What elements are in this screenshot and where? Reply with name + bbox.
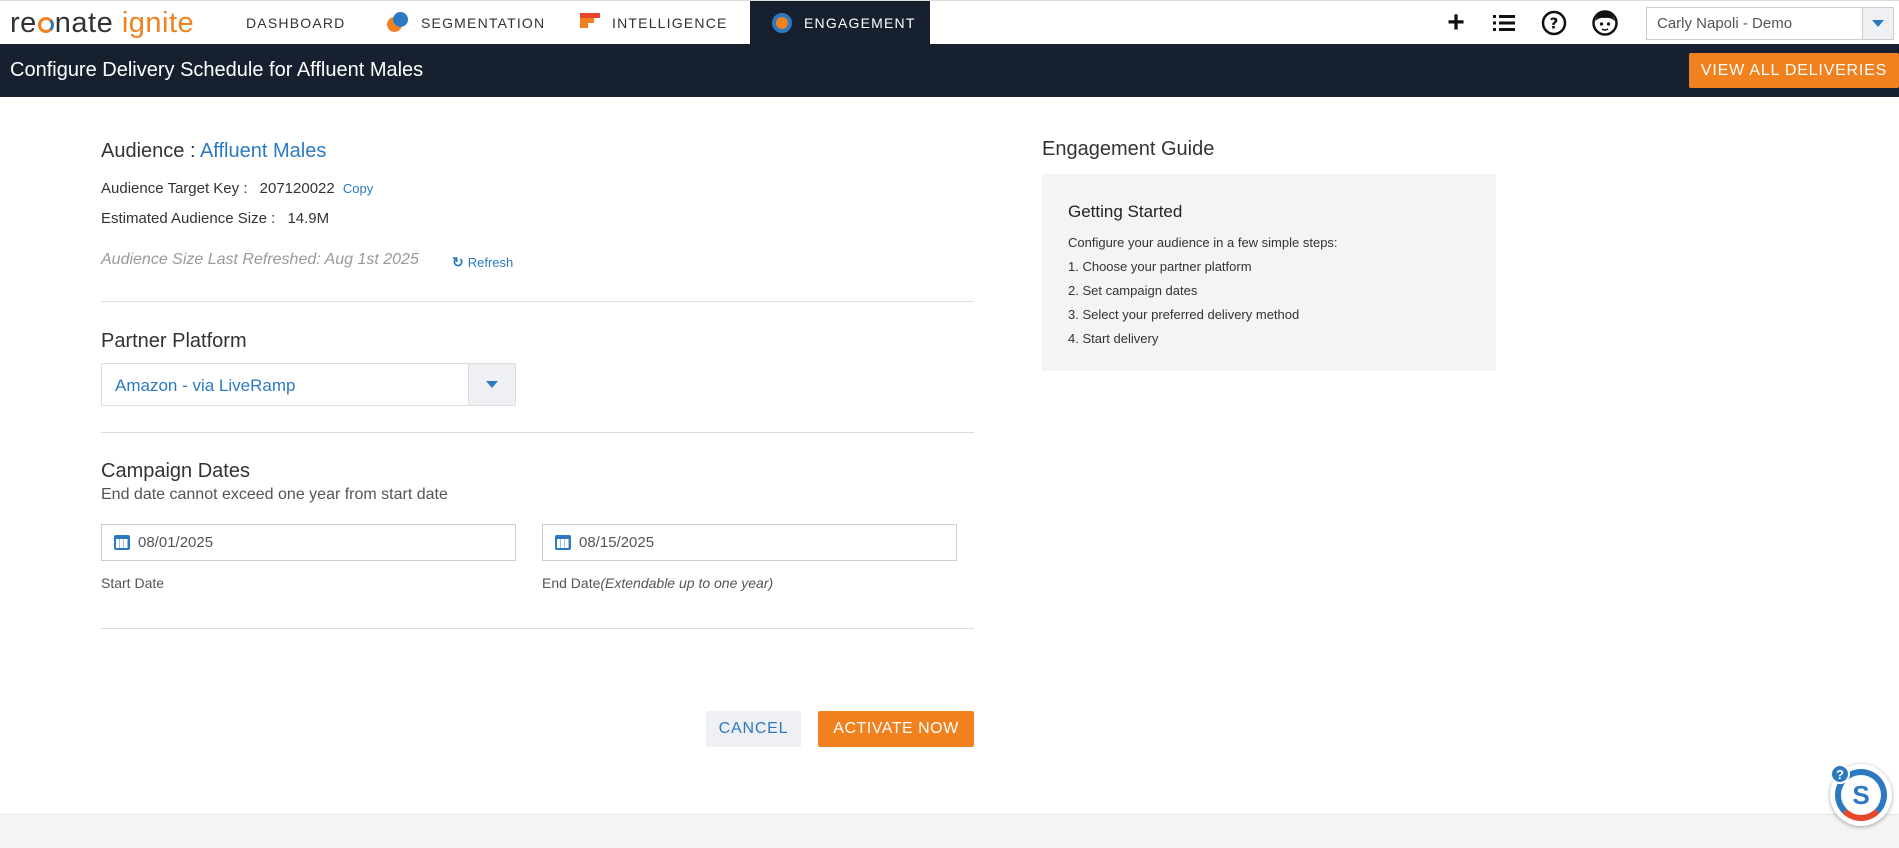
view-all-deliveries-button[interactable]: VIEW ALL DELIVERIES [1689, 53, 1899, 88]
partner-platform-select[interactable]: Amazon - via LiveRamp [101, 363, 516, 406]
guide-line: 1. Choose your partner platform [1068, 259, 1252, 274]
tab-dashboard-label: DASHBOARD [246, 14, 346, 31]
svg-text:?: ? [1550, 15, 1559, 33]
chevron-down-icon [468, 364, 515, 405]
calendar-icon [555, 535, 571, 550]
end-date-label-note: (Extendable up to one year) [600, 575, 774, 591]
tab-segmentation[interactable]: SEGMENTATION [387, 1, 570, 44]
end-date-input[interactable]: 08/15/2025 [542, 524, 957, 561]
start-date-value: 08/01/2025 [138, 534, 214, 551]
logo-text-part1: re [10, 7, 37, 39]
target-key-value: 207120022 [259, 180, 335, 197]
tab-intelligence[interactable]: INTELLIGENCE [580, 1, 750, 44]
plus-icon[interactable]: + [1442, 6, 1470, 39]
calendar-icon [114, 535, 130, 550]
page-header-bar: Configure Delivery Schedule for Affluent… [0, 44, 1899, 97]
question-mark-icon: ? [1830, 764, 1850, 784]
chevron-down-icon [1862, 8, 1893, 39]
tab-engagement-label: ENGAGEMENT [804, 14, 916, 31]
divider [101, 301, 974, 302]
campaign-dates-note: End date cannot exceed one year from sta… [101, 486, 448, 503]
tab-dashboard[interactable]: DASHBOARD [214, 1, 380, 44]
support-chat-widget[interactable]: S ? [1830, 764, 1892, 826]
help-circle-icon[interactable]: ? [1540, 9, 1568, 37]
dashboard-grid-icon [214, 13, 234, 33]
divider [101, 628, 974, 629]
user-face-icon[interactable] [1591, 9, 1619, 37]
start-date-input[interactable]: 08/01/2025 [101, 524, 516, 561]
audience-target-key: Audience Target Key : 207120022 Copy [101, 180, 373, 197]
guide-line: 2. Set campaign dates [1068, 283, 1198, 298]
refresh-button[interactable]: ↻ Refresh [452, 254, 513, 271]
refresh-icon: ↻ [452, 254, 464, 270]
top-nav: re nate ignite DASHBOARD SEGMENTATION INT… [0, 0, 1899, 44]
footer-band [0, 814, 1899, 848]
guide-line: Configure your audience in a few simple … [1068, 235, 1338, 250]
start-date-label: Start Date [101, 575, 165, 591]
engagement-target-icon [772, 12, 792, 33]
logo-text-part2: nate [54, 7, 114, 39]
target-key-label: Audience Target Key : [101, 180, 248, 197]
copy-key-link[interactable]: Copy [343, 181, 373, 196]
cancel-button[interactable]: CANCEL [706, 711, 801, 747]
engagement-guide-box: Getting Started Configure your audience … [1042, 174, 1496, 371]
engagement-guide-title: Engagement Guide [1042, 138, 1215, 160]
logo-text-ignite: ignite [121, 7, 195, 39]
resonate-ignite-logo[interactable]: re nate ignite [10, 7, 194, 40]
size-value: 14.9M [287, 210, 330, 227]
audience-heading: Audience : Affluent Males [101, 140, 326, 163]
guide-heading: Getting Started [1068, 202, 1183, 221]
audience-name-link[interactable]: Affluent Males [200, 140, 326, 162]
tab-engagement[interactable]: ENGAGEMENT [750, 1, 930, 44]
activate-now-button[interactable]: ACTIVATE NOW [818, 711, 974, 747]
campaign-dates-title: Campaign Dates [101, 460, 250, 482]
divider [101, 432, 974, 433]
segmentation-circles-icon [387, 11, 409, 34]
audience-prefix: Audience : [101, 140, 200, 162]
page-title: Configure Delivery Schedule for Affluent… [10, 59, 424, 81]
end-date-value: 08/15/2025 [579, 534, 655, 551]
user-account-select[interactable]: Carly Napoli - Demo [1646, 7, 1894, 40]
logo-o-mark-icon [37, 17, 54, 33]
list-icon[interactable] [1490, 9, 1518, 37]
end-date-label: End Date(Extendable up to one year) [542, 575, 773, 591]
guide-line: 3. Select your preferred delivery method [1068, 307, 1300, 322]
tab-segmentation-label: SEGMENTATION [421, 14, 546, 31]
user-select-value: Carly Napoli - Demo [1657, 15, 1793, 32]
tab-intelligence-label: INTELLIGENCE [612, 14, 728, 31]
end-date-label-text: End Date [542, 575, 601, 591]
partner-platform-value: Amazon - via LiveRamp [115, 376, 296, 395]
partner-platform-title: Partner Platform [101, 330, 247, 352]
refresh-label: Refresh [467, 255, 514, 270]
last-refreshed-text: Audience Size Last Refreshed: Aug 1st 20… [101, 251, 419, 268]
size-label: Estimated Audience Size : [101, 210, 276, 227]
intelligence-bars-icon [580, 12, 600, 33]
estimated-audience-size: Estimated Audience Size : 14.9M [101, 210, 329, 227]
guide-line: 4. Start delivery [1068, 331, 1159, 346]
